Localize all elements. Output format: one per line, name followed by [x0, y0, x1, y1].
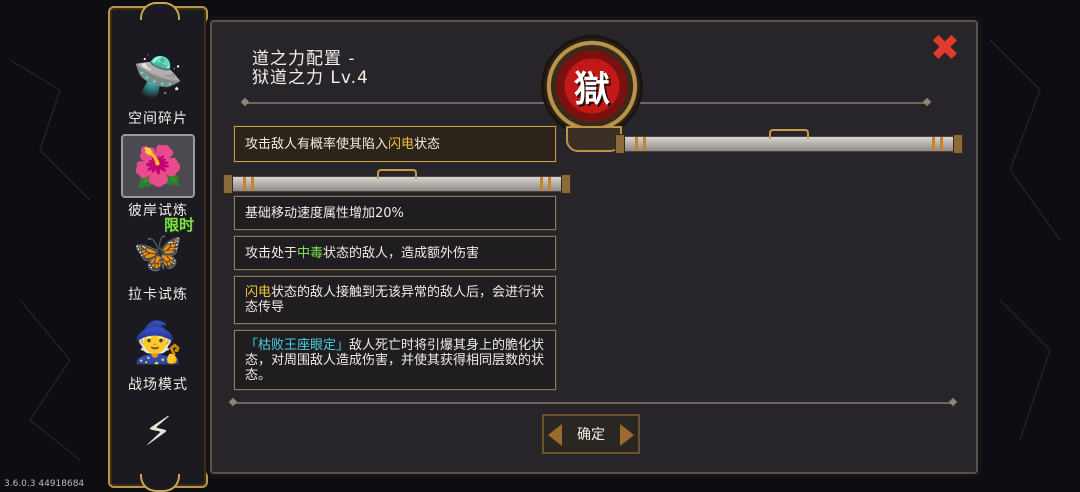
emblem-base-ornament [566, 126, 622, 152]
effect-row-lightning-chance[interactable]: 攻击敌人有概率使其陷入闪电状态 [234, 126, 556, 162]
limited-time-badge: 限时 [163, 216, 194, 234]
close-button[interactable]: ✖ [928, 28, 962, 69]
effect-text: 「枯败王座眼定」敌人死亡时将引爆其身上的脆化状态，对周围敌人造成伤害，并使其获得… [245, 337, 545, 383]
panel-title: 道之力配置 - 狱道之力 Lv.4 [252, 49, 369, 88]
effect-text: 基础移动速度属性增加20% [245, 205, 404, 221]
prison-glyph-icon: 獄 [573, 69, 610, 110]
sidebar-item-laka-trial[interactable]: 🦋 限时 拉卡试炼 [118, 216, 198, 304]
effect-row-throne-explosion[interactable]: 「枯败王座眼定」敌人死亡时将引爆其身上的脆化状态，对周围敌人造成伤害，并使其获得… [234, 330, 556, 390]
sidebar-item-battlefield-mode[interactable]: 🧙 战场模式 [118, 312, 198, 394]
close-icon: ✖ [929, 28, 961, 69]
keyword-poison: 中毒 [297, 245, 324, 261]
machine-icon: 🛸 [133, 53, 183, 100]
sidebar-item-space-fragment[interactable]: 🛸 空间碎片 [118, 46, 198, 128]
keyword-lightning: 闪电 [388, 136, 415, 152]
prison-dao-emblem: 獄 [544, 38, 640, 134]
confirm-button[interactable]: 确定 [542, 414, 640, 454]
mode-sidebar: 🛸 空间碎片 🌺 彼岸试炼 🦋 限时 拉卡试炼 🧙 战场模式 ⚡ [108, 2, 208, 492]
scroll-rod-left [223, 169, 571, 194]
version-label: 3.6.0.3 44918684 [4, 479, 85, 489]
keyword-lightning: 闪电 [245, 285, 272, 300]
sidebar-item-label: 拉卡试炼 [128, 287, 188, 303]
sidebar-item-other-shore-trial[interactable]: 🌺 彼岸试炼 [118, 134, 198, 220]
lightning-icon: ⚡ [143, 409, 173, 455]
effect-text: 攻击处于中毒状态的敌人，造成额外伤害 [245, 245, 480, 261]
bottom-divider [234, 402, 952, 404]
right-arrow-ornament-icon [620, 424, 634, 446]
sidebar-item-lightning-mode[interactable]: ⚡ [118, 402, 198, 462]
left-arrow-ornament-icon [548, 424, 562, 446]
confirm-label: 确定 [577, 427, 605, 443]
effect-row-poison-damage[interactable]: 攻击处于中毒状态的敌人，造成额外伤害 [234, 236, 556, 270]
effect-text: 攻击敌人有概率使其陷入闪电状态 [245, 136, 441, 152]
effect-row-lightning-spread[interactable]: 闪电状态的敌人接触到无该异常的敌人后，会进行状态传导 [234, 276, 556, 324]
winged-emblem-icon: 🦋 限时 [133, 216, 194, 276]
effect-row-move-speed[interactable]: 基础移动速度属性增加20% [234, 196, 556, 230]
effect-text: 闪电状态的敌人接触到无该异常的敌人后，会进行状态传导 [245, 285, 545, 315]
red-flower-icon: 🌺 [121, 134, 195, 198]
keyword-throne: 「枯败王座眼定」 [245, 337, 350, 353]
sidebar-item-label: 空间碎片 [128, 111, 188, 127]
scroll-rod-right [615, 129, 963, 154]
sidebar-item-label: 战场模式 [128, 377, 188, 393]
sidebar-crown-ornament [140, 2, 180, 20]
wizard-icon: 🧙 [133, 319, 183, 366]
